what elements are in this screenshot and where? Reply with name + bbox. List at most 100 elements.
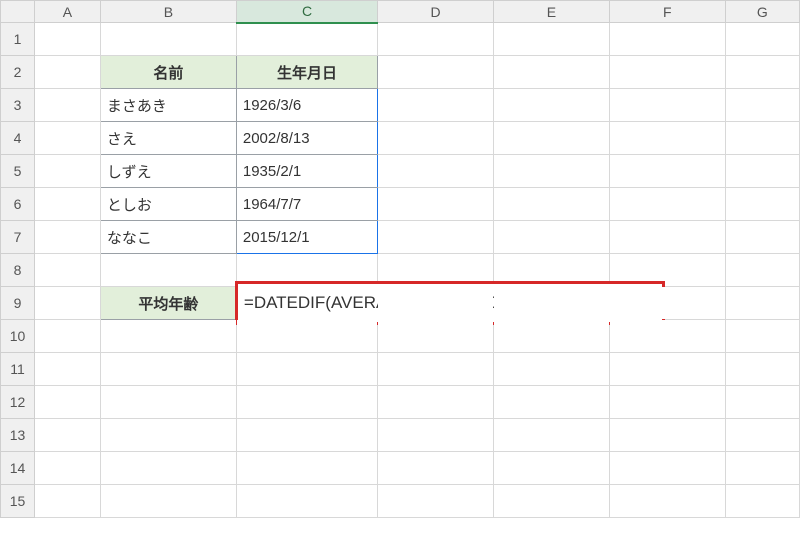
row-2[interactable]: 2 名前 生年月日 xyxy=(1,56,800,89)
avg-age-label[interactable]: 平均年齢 xyxy=(100,287,236,320)
table-cell-birth[interactable]: 1926/3/6 xyxy=(236,89,377,122)
cell[interactable] xyxy=(378,320,494,353)
row-11[interactable]: 11 xyxy=(1,353,800,386)
row-header[interactable]: 3 xyxy=(1,89,35,122)
row-9[interactable]: 9 平均年齢 =DATEDIF(AVERAGE(C3:C7),TODAY(),"… xyxy=(1,287,800,320)
cell[interactable] xyxy=(609,56,725,89)
cell[interactable] xyxy=(609,386,725,419)
cell[interactable] xyxy=(725,221,799,254)
cell[interactable] xyxy=(609,320,725,353)
row-10[interactable]: 10 xyxy=(1,320,800,353)
cell[interactable] xyxy=(35,287,101,320)
cell[interactable] xyxy=(35,320,101,353)
cell[interactable] xyxy=(725,452,799,485)
table-cell-birth[interactable]: 2002/8/13 xyxy=(236,122,377,155)
col-header-C[interactable]: C xyxy=(236,1,377,23)
cell[interactable] xyxy=(378,419,494,452)
cell[interactable] xyxy=(236,419,377,452)
row-12[interactable]: 12 xyxy=(1,386,800,419)
cell[interactable] xyxy=(35,353,101,386)
row-4[interactable]: 4 さえ 2002/8/13 xyxy=(1,122,800,155)
cell[interactable] xyxy=(725,353,799,386)
cell[interactable] xyxy=(100,485,236,518)
cell[interactable] xyxy=(494,155,610,188)
table-cell-name[interactable]: さえ xyxy=(100,122,236,155)
cell[interactable] xyxy=(378,155,494,188)
row-header[interactable]: 11 xyxy=(1,353,35,386)
formula-cell[interactable]: =DATEDIF(AVERAGE(C3:C7),TODAY(),"Y") xyxy=(236,287,377,320)
row-13[interactable]: 13 xyxy=(1,419,800,452)
cell[interactable] xyxy=(35,452,101,485)
cell[interactable] xyxy=(725,320,799,353)
cell[interactable] xyxy=(35,188,101,221)
cell[interactable] xyxy=(725,188,799,221)
cell[interactable] xyxy=(609,353,725,386)
cell[interactable] xyxy=(100,320,236,353)
row-5[interactable]: 5 しずえ 1935/2/1 xyxy=(1,155,800,188)
cell[interactable] xyxy=(378,485,494,518)
cell[interactable] xyxy=(609,221,725,254)
cell[interactable] xyxy=(378,452,494,485)
row-header[interactable]: 10 xyxy=(1,320,35,353)
row-1[interactable]: 1 xyxy=(1,23,800,56)
cell[interactable] xyxy=(609,485,725,518)
cell[interactable] xyxy=(35,56,101,89)
cell[interactable] xyxy=(100,254,236,287)
row-header[interactable]: 4 xyxy=(1,122,35,155)
table-cell-birth[interactable]: 1935/2/1 xyxy=(236,155,377,188)
cell[interactable] xyxy=(725,23,799,56)
spreadsheet-grid[interactable]: A B C D E F G 1 2 名前 生年月日 3 まさあき 1926/3/… xyxy=(0,0,800,518)
table-cell-name[interactable]: しずえ xyxy=(100,155,236,188)
table-cell-birth[interactable]: 2015/12/1 xyxy=(236,221,377,254)
cell[interactable] xyxy=(609,155,725,188)
cell[interactable] xyxy=(100,386,236,419)
row-header[interactable]: 8 xyxy=(1,254,35,287)
cell[interactable] xyxy=(100,353,236,386)
cell[interactable] xyxy=(35,89,101,122)
cell[interactable] xyxy=(378,122,494,155)
column-header-row[interactable]: A B C D E F G xyxy=(1,1,800,23)
cell[interactable] xyxy=(378,56,494,89)
col-header-E[interactable]: E xyxy=(494,1,610,23)
cell[interactable] xyxy=(35,386,101,419)
col-header-B[interactable]: B xyxy=(100,1,236,23)
row-header[interactable]: 15 xyxy=(1,485,35,518)
cell[interactable] xyxy=(494,485,610,518)
cell[interactable] xyxy=(378,188,494,221)
cell[interactable] xyxy=(494,221,610,254)
table-cell-name[interactable]: としお xyxy=(100,188,236,221)
row-header[interactable]: 9 xyxy=(1,287,35,320)
row-header[interactable]: 6 xyxy=(1,188,35,221)
row-header[interactable]: 1 xyxy=(1,23,35,56)
cell[interactable] xyxy=(494,353,610,386)
cell[interactable] xyxy=(100,419,236,452)
cell[interactable] xyxy=(35,221,101,254)
cell[interactable] xyxy=(725,56,799,89)
cell[interactable] xyxy=(35,254,101,287)
cell[interactable] xyxy=(236,452,377,485)
cell[interactable] xyxy=(35,419,101,452)
cell[interactable] xyxy=(494,23,610,56)
table-cell-birth[interactable]: 1964/7/7 xyxy=(236,188,377,221)
cell[interactable] xyxy=(494,122,610,155)
cell[interactable] xyxy=(609,287,725,320)
cell[interactable] xyxy=(494,320,610,353)
cell[interactable] xyxy=(236,320,377,353)
cell[interactable] xyxy=(494,287,610,320)
cell[interactable] xyxy=(236,23,377,56)
cell[interactable] xyxy=(35,122,101,155)
row-header[interactable]: 13 xyxy=(1,419,35,452)
col-header-G[interactable]: G xyxy=(725,1,799,23)
cell[interactable] xyxy=(494,188,610,221)
row-header[interactable]: 5 xyxy=(1,155,35,188)
cell[interactable] xyxy=(236,485,377,518)
cell[interactable] xyxy=(378,353,494,386)
cell[interactable] xyxy=(609,188,725,221)
cell[interactable] xyxy=(494,419,610,452)
row-14[interactable]: 14 xyxy=(1,452,800,485)
cell[interactable] xyxy=(609,89,725,122)
cell[interactable] xyxy=(378,386,494,419)
row-header[interactable]: 14 xyxy=(1,452,35,485)
cell[interactable] xyxy=(725,419,799,452)
row-header[interactable]: 7 xyxy=(1,221,35,254)
